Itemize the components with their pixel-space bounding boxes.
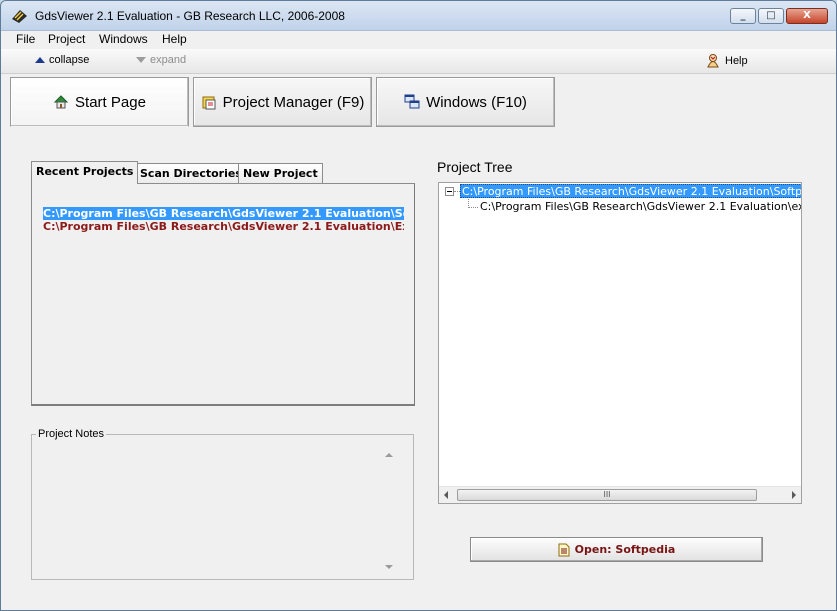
tab-new-project[interactable]: New Project: [238, 163, 323, 183]
scroll-down-icon[interactable]: [385, 565, 393, 569]
menu-project[interactable]: Project: [48, 32, 85, 46]
project-notes-label: Project Notes: [36, 428, 107, 440]
expand-label: expand: [150, 54, 187, 66]
collapse-label: collapse: [49, 54, 90, 66]
project-tree-heading: Project Tree: [437, 159, 513, 175]
start-page-label: Start Page: [75, 93, 146, 111]
open-project-button[interactable]: Open: Softpedia: [470, 537, 763, 562]
recent-project-item[interactable]: C:\Program Files\GB Research\GdsViewer 2…: [43, 220, 404, 233]
project-manager-label: Project Manager (F9): [222, 93, 365, 111]
window-controls: _ □ X: [730, 8, 828, 24]
collapse-icon: [35, 57, 45, 63]
menu-windows[interactable]: Windows: [99, 32, 148, 46]
open-project-label: Open: Softpedia: [574, 543, 676, 556]
home-icon: [53, 94, 69, 110]
tree-root-node[interactable]: C:\Program Files\GB Research\GdsViewer 2…: [460, 184, 801, 198]
scroll-thumb[interactable]: III: [457, 489, 757, 501]
notes-scrollbar[interactable]: [382, 447, 396, 575]
tab-recent-projects[interactable]: Recent Projects: [31, 161, 139, 184]
windows-icon: [404, 94, 420, 110]
close-icon: X: [803, 10, 811, 21]
collapse-node-icon[interactable]: [445, 187, 454, 196]
project-manager-button[interactable]: Project Manager (F9): [193, 77, 372, 127]
close-button[interactable]: X: [786, 8, 828, 24]
expand-button[interactable]: expand: [136, 54, 186, 66]
windows-button[interactable]: Windows (F10): [376, 77, 555, 127]
maximize-icon: □: [766, 10, 776, 21]
project-manager-icon: [201, 94, 217, 110]
app-window: GdsViewer 2.1 Evaluation - GB Research L…: [0, 0, 837, 611]
scroll-right-icon[interactable]: [792, 491, 796, 499]
help-label: Help: [725, 55, 748, 67]
document-icon: [558, 543, 570, 557]
title-bar[interactable]: GdsViewer 2.1 Evaluation - GB Research L…: [1, 1, 836, 31]
menu-help[interactable]: Help: [162, 32, 187, 46]
tree-child-node[interactable]: C:\Program Files\GB Research\GdsViewer 2…: [480, 200, 801, 214]
menu-bar: File Project Windows Help: [1, 31, 836, 49]
menu-file[interactable]: File: [16, 32, 35, 46]
help-icon: [705, 53, 721, 69]
scroll-left-icon[interactable]: [444, 491, 448, 499]
help-button[interactable]: Help: [705, 53, 748, 69]
app-icon: [11, 8, 29, 24]
minimize-button[interactable]: _: [730, 8, 756, 24]
tree-horizontal-scrollbar[interactable]: III: [439, 486, 801, 503]
expand-icon: [136, 57, 146, 63]
tab-scan-directories[interactable]: Scan Directories: [135, 163, 247, 183]
tree-connector: [468, 207, 478, 208]
collapse-button[interactable]: collapse: [35, 54, 89, 66]
start-page-button[interactable]: Start Page: [10, 77, 189, 127]
minimize-icon: _: [740, 10, 746, 21]
recent-project-item[interactable]: C:\Program Files\GB Research\GdsViewer 2…: [43, 207, 404, 220]
recent-projects-panel: C:\Program Files\GB Research\GdsViewer 2…: [31, 183, 415, 406]
project-tree[interactable]: C:\Program Files\GB Research\GdsViewer 2…: [438, 182, 802, 504]
scroll-up-icon[interactable]: [385, 453, 393, 457]
project-notes-group: Project Notes: [31, 428, 414, 580]
toolbar: collapse expand Help: [1, 49, 836, 74]
windows-label: Windows (F10): [426, 93, 527, 111]
maximize-button[interactable]: □: [758, 8, 784, 24]
window-title: GdsViewer 2.1 Evaluation - GB Research L…: [35, 9, 345, 23]
